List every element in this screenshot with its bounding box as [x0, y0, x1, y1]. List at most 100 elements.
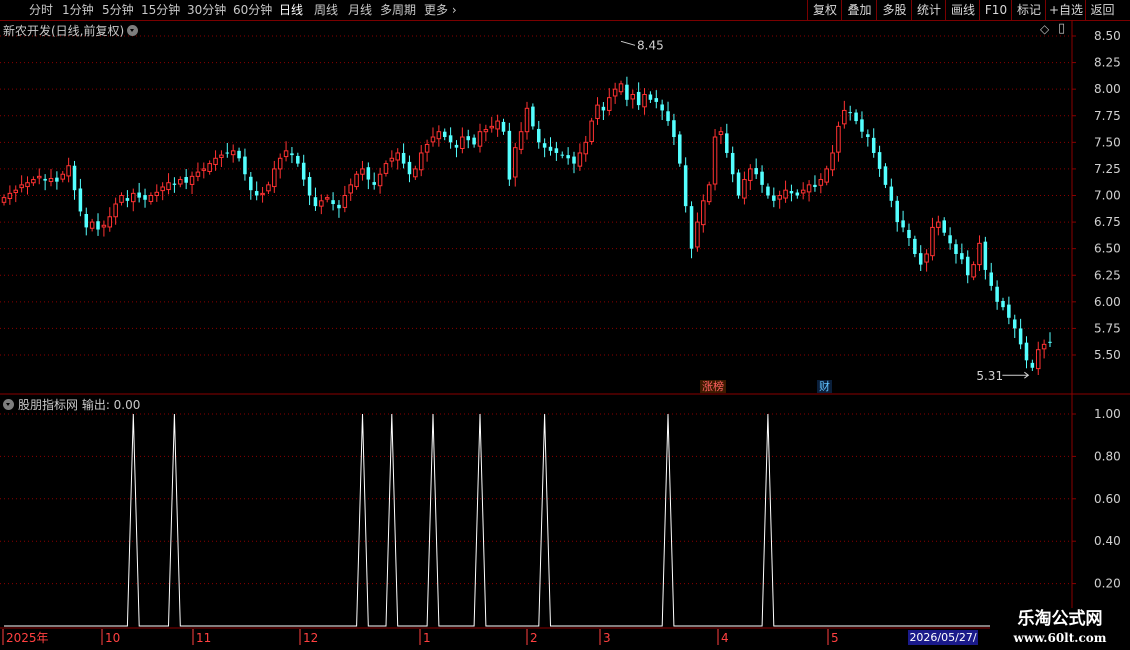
candle-body [989, 272, 993, 286]
zhangbang-badge[interactable]: 涨榜 [700, 380, 726, 393]
candle-body [219, 154, 224, 158]
candle [871, 128, 876, 158]
candle [172, 177, 177, 193]
stock-title[interactable]: 新农开发(日线,前复权) [3, 22, 139, 39]
candle [1035, 341, 1041, 375]
candle [89, 218, 95, 232]
candle [424, 139, 430, 162]
candle [678, 131, 682, 167]
candle [618, 80, 624, 95]
candle-body [1024, 342, 1029, 361]
chevron-down-icon[interactable] [3, 399, 14, 410]
candle-body [125, 198, 130, 201]
candle-body [983, 241, 988, 270]
candle [243, 148, 247, 181]
candle-body [1018, 328, 1023, 345]
candle [354, 171, 359, 190]
candle [566, 147, 570, 165]
candle-body [78, 188, 83, 212]
candle-body [977, 242, 982, 266]
diamond-icon[interactable]: ◇ [1040, 22, 1049, 36]
candle-body [178, 179, 183, 185]
candle [754, 158, 758, 180]
candle [407, 155, 412, 183]
candle [965, 250, 970, 284]
y-tick-label-0: 8.50 [1094, 29, 1121, 43]
candle [337, 200, 341, 218]
candle-body [612, 88, 618, 97]
chevron-down-icon[interactable] [127, 25, 139, 36]
candle [143, 188, 147, 208]
date-label-6: 3 [603, 631, 611, 645]
candle-body [965, 256, 970, 276]
candle-body [383, 163, 389, 174]
candle-body [666, 111, 670, 122]
watermark: 乐淘公式网 www.60lt.com [990, 608, 1130, 650]
candle [954, 239, 958, 264]
candle-body [548, 146, 553, 151]
indicator-title[interactable]: 股朋指标网 输出: 0.00 [3, 396, 140, 413]
candle-body [1048, 341, 1052, 343]
candle-body [418, 152, 424, 171]
candle [296, 152, 300, 167]
candle [436, 125, 442, 147]
candle [736, 169, 741, 199]
candle [607, 88, 612, 116]
candle-body [601, 106, 606, 111]
candle-body [460, 136, 465, 150]
candle-body [413, 168, 418, 178]
candle-body [360, 168, 365, 175]
candle-body [542, 143, 547, 148]
candle-body [430, 136, 436, 143]
candle [348, 178, 353, 201]
candle-body [137, 192, 141, 198]
candle [748, 164, 753, 190]
panel-toggle-icon[interactable]: ▯ [1058, 21, 1065, 36]
candle-body [754, 168, 758, 175]
candle-body [566, 155, 570, 159]
ind-tick-label-0: 1.00 [1094, 407, 1121, 421]
candle [31, 176, 36, 186]
candle [1030, 359, 1035, 371]
indicator-series [4, 413, 1050, 627]
candle [772, 187, 776, 208]
candle-body [489, 125, 495, 129]
ind-tick-label-1: 0.80 [1094, 449, 1121, 463]
y-tick-label-5: 7.25 [1094, 162, 1121, 176]
y-tick-label-6: 7.00 [1094, 189, 1121, 203]
candle [901, 210, 905, 233]
candle-body [783, 189, 788, 199]
candle [730, 146, 735, 183]
candle-body [789, 191, 794, 194]
candle-body [901, 220, 905, 228]
candle [195, 162, 201, 182]
candle-body [301, 162, 306, 180]
ind-tick-label-4: 0.20 [1094, 577, 1121, 591]
candle [889, 178, 894, 208]
candle [107, 207, 113, 232]
candle-body [254, 191, 259, 196]
candle-body [830, 152, 835, 171]
candle [848, 105, 852, 121]
candle-body [954, 244, 958, 254]
candle [842, 100, 847, 129]
candlestick-series [1, 76, 1052, 375]
date-label-2: 11 [196, 631, 211, 645]
candle [542, 138, 547, 158]
candle-body [660, 104, 664, 111]
candle-body [230, 150, 236, 156]
candle-body [307, 176, 312, 196]
candle-body [342, 195, 348, 208]
candle [413, 165, 418, 180]
candle-body [595, 104, 600, 120]
candle [548, 137, 553, 156]
candle [1041, 339, 1047, 359]
finance-badge[interactable]: 财 [817, 380, 832, 393]
candle-body [531, 106, 535, 127]
candle-body [389, 157, 395, 162]
candle [60, 171, 66, 183]
candle-body [800, 189, 806, 194]
candle [1048, 332, 1052, 348]
candle [72, 160, 77, 200]
candle [7, 185, 13, 205]
